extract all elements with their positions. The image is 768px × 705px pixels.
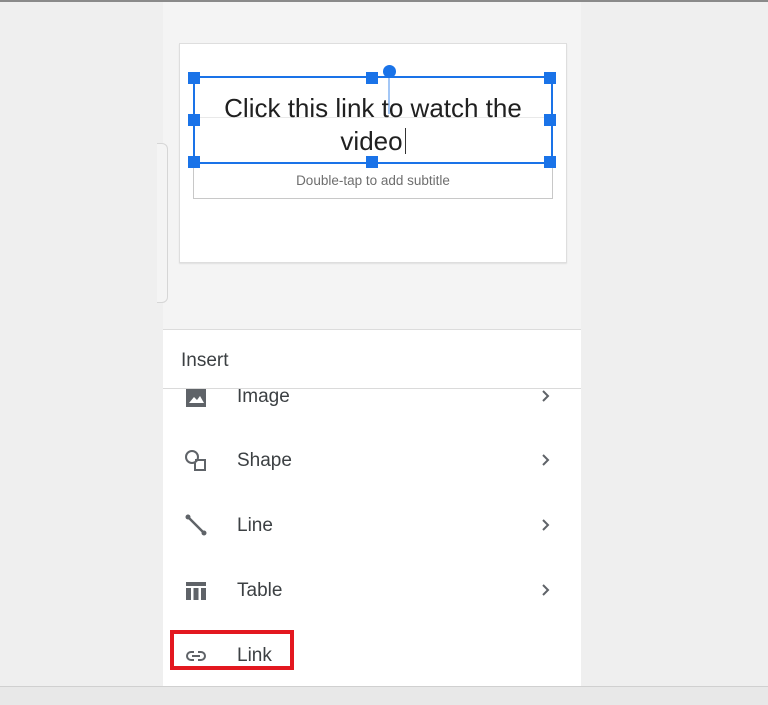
image-icon [186,389,206,407]
subtitle-placeholder-text: Double-tap to add subtitle [296,173,450,188]
link-highlight-annotation [170,630,294,670]
menu-item-label: Image [237,389,290,407]
table-icon [186,582,206,600]
menu-item-line[interactable]: Line [163,493,581,557]
resize-handle-bottom[interactable] [366,156,378,168]
bottom-edge-bar [0,686,768,705]
menu-item-table[interactable]: Table [163,558,581,622]
resize-handle-bottom-right[interactable] [544,156,556,168]
menu-item-label: Shape [237,450,292,471]
resize-handle-left[interactable] [188,114,200,126]
chevron-right-icon [542,390,550,402]
slide-canvas[interactable]: Double-tap to add subtitle Click this li… [179,43,567,263]
resize-handle-right[interactable] [544,114,556,126]
chevron-right-icon [542,584,550,596]
resize-handle-bottom-left[interactable] [188,156,200,168]
insert-sheet-title: Insert [181,350,229,371]
chevron-right-icon [542,454,550,466]
menu-item-image[interactable]: Image [163,389,581,421]
menu-item-label: Line [237,515,273,536]
slide-title-text[interactable]: Click this link to watch the video [201,92,545,158]
slide-title-content: Click this link to watch the video [224,93,522,156]
resize-handle-top-left[interactable] [188,72,200,84]
line-icon [185,514,207,536]
text-cursor [404,128,406,154]
menu-item-label: Table [237,580,283,601]
shape-icon [185,450,206,471]
slides-app-screen: Double-tap to add subtitle Click this li… [163,2,581,687]
title-text-box-selected[interactable]: Click this link to watch the video [193,76,553,164]
chevron-right-icon [542,519,550,531]
menu-item-shape[interactable]: Shape [163,428,581,492]
resize-handle-top-right[interactable] [544,72,556,84]
resize-handle-top[interactable] [366,72,378,84]
slide-panel-tab[interactable] [157,143,168,303]
